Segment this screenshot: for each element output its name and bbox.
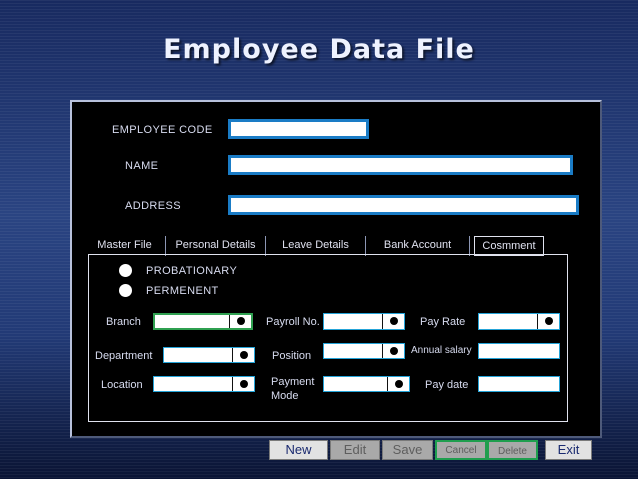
location-dropdown-button[interactable]: [232, 377, 254, 391]
employee-code-field[interactable]: [228, 119, 369, 139]
payroll-no-combo[interactable]: [323, 313, 405, 330]
payment-mode-combo[interactable]: [323, 376, 410, 392]
department-dropdown-button[interactable]: [232, 348, 254, 362]
tab-bar: Master File Personal Details Leave Detai…: [84, 236, 550, 256]
payroll-no-label: Payroll No.: [266, 316, 320, 328]
dot-icon: [253, 317, 265, 327]
employee-code-label: EMPLOYEE CODE: [112, 124, 213, 136]
tab-cosmment[interactable]: Cosmment: [474, 236, 544, 256]
annual-salary-label: Annual salary: [411, 345, 472, 356]
tab-bank-account[interactable]: Bank Account: [366, 236, 470, 256]
branch-dropdown-button[interactable]: [229, 315, 251, 328]
save-button[interactable]: Save: [382, 440, 433, 460]
permenent-radio[interactable]: [119, 284, 132, 297]
pay-date-field[interactable]: [478, 376, 560, 392]
window-title: Employee Data File: [163, 34, 475, 65]
dropdown-dot-icon: [390, 347, 398, 355]
dropdown-dot-icon: [395, 380, 403, 388]
payroll-no-dropdown-button[interactable]: [382, 314, 404, 329]
cancel-button[interactable]: Cancel: [435, 440, 487, 460]
tab-master-file[interactable]: Master File: [84, 236, 166, 256]
address-label: ADDRESS: [125, 200, 181, 212]
pay-rate-combo[interactable]: [478, 313, 560, 330]
annual-salary-field[interactable]: [478, 343, 560, 359]
location-label: Location: [101, 379, 143, 391]
permenent-label: PERMENENT: [146, 285, 219, 297]
pay-date-label: Pay date: [425, 379, 469, 391]
dropdown-dot-icon: [240, 380, 248, 388]
department-label: Department: [95, 350, 153, 362]
position-dropdown-button[interactable]: [382, 344, 404, 358]
dropdown-dot-icon: [545, 317, 553, 325]
position-combo[interactable]: [323, 343, 405, 359]
department-combo[interactable]: [163, 347, 255, 363]
pay-rate-label: Pay Rate: [420, 316, 466, 328]
payment-mode-dropdown-button[interactable]: [387, 377, 409, 391]
new-button[interactable]: New: [269, 440, 328, 460]
pay-rate-dropdown-button[interactable]: [537, 314, 559, 329]
exit-button[interactable]: Exit: [545, 440, 592, 460]
dropdown-dot-icon: [240, 351, 248, 359]
probationary-label: PROBATIONARY: [146, 265, 238, 277]
payment-mode-label-line2: Mode: [271, 390, 299, 402]
address-field[interactable]: [228, 195, 579, 215]
name-field[interactable]: [228, 155, 573, 175]
probationary-radio[interactable]: [119, 264, 132, 277]
delete-button[interactable]: Delete: [487, 440, 538, 460]
edit-button[interactable]: Edit: [330, 440, 380, 460]
tab-content-area: [88, 254, 568, 422]
name-label: NAME: [125, 160, 159, 172]
payment-mode-label-line1: Payment: [271, 376, 315, 388]
branch-combo[interactable]: [153, 313, 253, 330]
tab-leave-details[interactable]: Leave Details: [266, 236, 366, 256]
location-combo[interactable]: [153, 376, 255, 392]
dropdown-dot-icon: [390, 317, 398, 325]
position-label: Position: [272, 350, 312, 362]
branch-label: Branch: [106, 316, 141, 328]
tab-personal-details[interactable]: Personal Details: [166, 236, 266, 256]
dropdown-dot-icon: [237, 317, 245, 325]
